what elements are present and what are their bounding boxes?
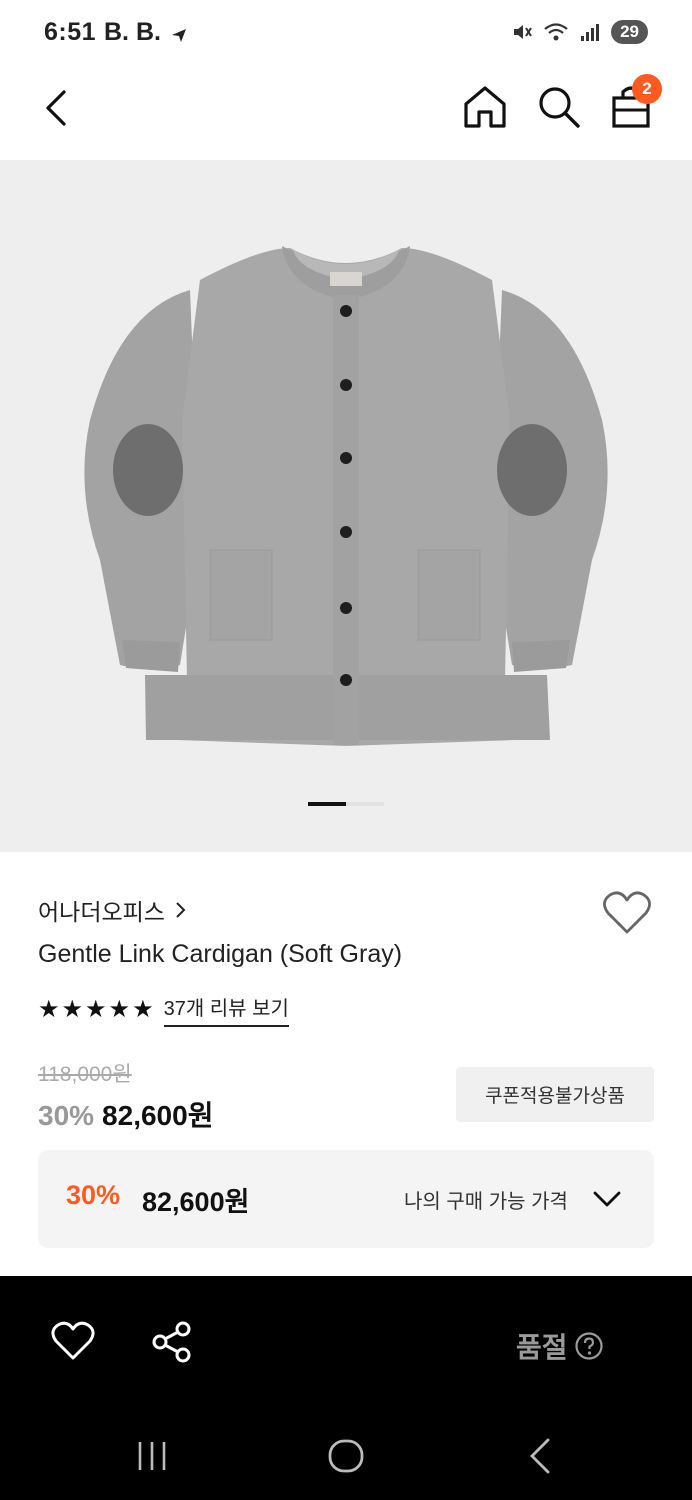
rating-row: ★ ★ ★ ★ ★ 37개 리뷰 보기 [38,992,289,1027]
cart-count-badge: 2 [632,74,662,104]
my-price-dropdown[interactable]: 30% 82,600원 나의 구매 가능 가격 [38,1150,654,1248]
review-link[interactable]: 37개 리뷰 보기 [163,992,289,1027]
my-price-discount: 30% [66,1180,121,1210]
system-back-icon[interactable] [524,1436,556,1476]
sold-out-label: 품절 [516,1332,568,1363]
original-price: 118,000원 [38,1063,132,1086]
star-icon: ★ [108,996,131,1023]
star-icon: ★ [85,996,107,1023]
help-icon[interactable] [574,1331,604,1361]
star-icon: ★ [38,996,60,1023]
back-icon[interactable] [36,86,80,130]
status-icons: 29 [511,20,648,44]
brand-name: 어나더오피스 [38,899,165,925]
rating-stars: ★ ★ ★ ★ ★ [38,995,154,1024]
wifi-icon [544,23,568,41]
product-image-carousel[interactable] [0,160,692,852]
signal-icon [581,24,600,41]
my-price-label: 나의 구매 가능 가격 [404,1191,568,1213]
wishlist-heart-icon[interactable] [602,890,652,936]
search-icon[interactable] [534,82,584,132]
system-navigation-bar [0,1410,692,1500]
chevron-right-icon [176,902,186,918]
sale-price: 82,600원 [102,1100,214,1131]
carousel-dot-active [308,802,346,806]
product-image [84,246,608,746]
battery-indicator: 29 [611,20,648,44]
navigation-arrow-icon [172,29,186,42]
mute-icon [514,25,532,39]
star-icon: ★ [132,996,154,1023]
chevron-down-icon [593,1191,621,1207]
product-name: Gentle Link Cardigan (Soft Gray) [38,940,403,968]
price-row: 30% 82,600원 [38,1094,213,1134]
discount-rate: 30% [38,1100,95,1131]
heart-icon[interactable] [50,1320,96,1362]
status-time: 6:51 [44,18,97,46]
status-notifications: B. B. [104,18,161,46]
home-icon[interactable] [460,82,510,132]
system-home-icon[interactable] [326,1436,366,1476]
top-navigation [0,68,692,160]
coupon-unavailable-badge: 쿠폰적용불가상품 [456,1067,654,1122]
share-icon[interactable] [150,1320,194,1364]
brand-link[interactable]: 어나더오피스 [38,893,187,927]
status-bar: 6:51 B. B. 29 [0,0,692,68]
sold-out-button[interactable]: 품절 [516,1326,604,1366]
carousel-indicator [308,802,384,806]
carousel-dot [346,802,384,806]
star-icon: ★ [61,996,84,1023]
recent-apps-icon[interactable] [132,1438,172,1474]
my-price-value: 82,600원 [142,1187,250,1217]
